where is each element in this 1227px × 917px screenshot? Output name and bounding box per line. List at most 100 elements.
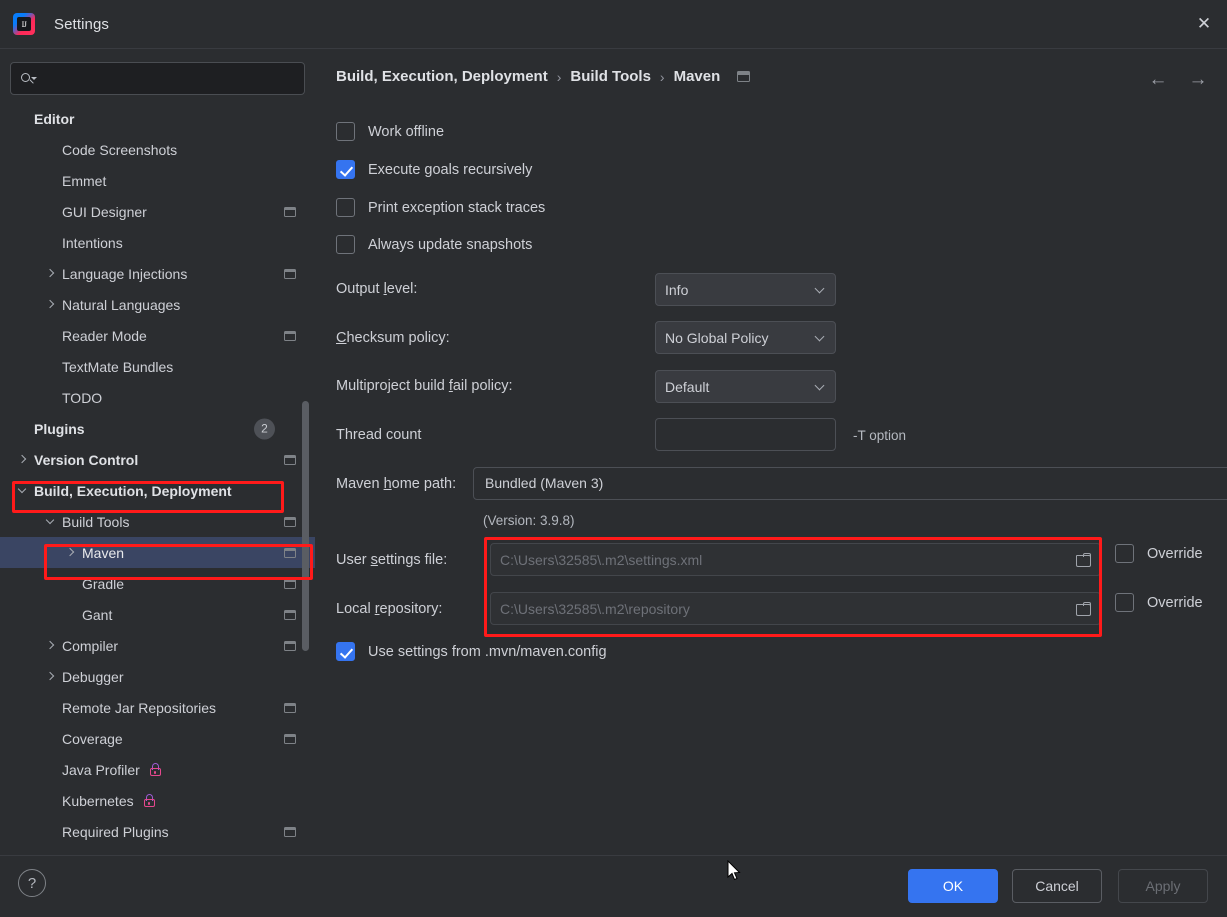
sidebar-item-label: Build, Execution, Deployment — [34, 482, 232, 499]
sidebar-item-label: Gradle — [82, 575, 125, 592]
project-scope-icon — [284, 702, 296, 713]
cancel-button[interactable]: Cancel — [1012, 869, 1102, 903]
checkbox-row-print-exception-stack-traces[interactable]: Print exception stack traces — [336, 198, 545, 217]
user-settings-override-row[interactable]: Override — [1115, 544, 1203, 563]
thread-count-input[interactable] — [665, 426, 846, 443]
sidebar-item-label: Intentions — [62, 234, 123, 251]
sidebar-item-label: Remote Jar Repositories — [62, 699, 217, 716]
sidebar-item-debugger[interactable]: Debugger — [0, 661, 315, 692]
sidebar-item-java-profiler[interactable]: Java Profiler — [0, 754, 315, 785]
sidebar-item-maven[interactable]: Maven — [0, 537, 315, 568]
breadcrumb-item-maven[interactable]: Maven — [674, 68, 721, 85]
user-settings-override-checkbox[interactable] — [1115, 544, 1134, 563]
settings-dialog: IJ Settings ✕ Editor Code Screenshots Emme… — [0, 0, 1227, 917]
help-button[interactable]: ? — [18, 869, 46, 897]
always-update-snapshots-label: Always update snapshots — [368, 236, 533, 253]
sidebar-item-build-tools[interactable]: Build Tools — [0, 506, 315, 537]
always-update-snapshots-checkbox[interactable] — [336, 235, 355, 254]
project-scope-icon — [284, 578, 296, 589]
checksum-policy-dropdown[interactable]: No Global Policy — [655, 321, 836, 354]
checkbox-row-use-mvn-config[interactable]: Use settings from .mvn/maven.config — [336, 642, 607, 661]
sidebar-item-todo[interactable]: TODO — [0, 382, 315, 413]
print-exception-stack-traces-label: Print exception stack traces — [368, 199, 546, 216]
chevron-right-icon[interactable] — [44, 298, 57, 311]
sidebar-item-gradle[interactable]: Gradle — [0, 568, 315, 599]
folder-icon[interactable] — [1075, 601, 1091, 616]
back-arrow-icon[interactable]: ← — [1143, 67, 1173, 93]
sidebar-item-gant[interactable]: Gant — [0, 599, 315, 630]
checkbox-row-execute-goals-recursively[interactable]: Execute goals recursively — [336, 160, 532, 179]
work-offline-checkbox[interactable] — [336, 122, 355, 141]
sidebar-item-required-plugins[interactable]: Required Plugins — [0, 816, 315, 847]
local-repository-override-row[interactable]: Override — [1115, 593, 1203, 612]
sidebar-item-label: Required Plugins — [62, 823, 169, 840]
sidebar-item-emmet[interactable]: Emmet — [0, 165, 315, 196]
logo-text: IJ — [21, 19, 27, 29]
lock-icon — [149, 762, 162, 777]
sidebar-item-intentions[interactable]: Intentions — [0, 227, 315, 258]
output-level-label: Output level: — [336, 281, 418, 297]
sidebar-item-code-screenshots[interactable]: Code Screenshots — [0, 134, 315, 165]
output-level-dropdown[interactable]: Info — [655, 273, 836, 306]
apply-button: Apply — [1118, 869, 1208, 903]
sidebar-item-reader-mode[interactable]: Reader Mode — [0, 320, 315, 351]
checkbox-row-work-offline[interactable]: Work offline — [336, 122, 444, 141]
sidebar-item-editor[interactable]: Editor — [0, 103, 315, 134]
user-settings-file-input[interactable] — [500, 551, 1075, 568]
search-input[interactable] — [37, 71, 296, 86]
print-exception-stack-traces-checkbox[interactable] — [336, 198, 355, 217]
local-repository-input[interactable] — [500, 600, 1075, 617]
sidebar-item-natural-languages[interactable]: Natural Languages — [0, 289, 315, 320]
chevron-right-icon[interactable] — [64, 546, 77, 559]
chevron-right-icon[interactable] — [44, 267, 57, 280]
execute-goals-recursively-checkbox[interactable] — [336, 160, 355, 179]
settings-sidebar: Editor Code Screenshots Emmet GUI Designer I… — [0, 49, 315, 855]
search-box[interactable] — [10, 62, 305, 95]
chevron-down-icon[interactable] — [16, 484, 29, 497]
project-scope-icon — [737, 71, 751, 82]
sidebar-item-version-control[interactable]: Version Control — [0, 444, 315, 475]
local-repository-field[interactable] — [490, 592, 1101, 625]
execute-goals-recursively-label: Execute goals recursively — [368, 161, 533, 178]
sidebar-item-coverage[interactable]: Coverage — [0, 723, 315, 754]
project-scope-icon — [284, 547, 296, 558]
sidebar-item-compiler[interactable]: Compiler — [0, 630, 315, 661]
sidebar-item-textmate-bundles[interactable]: TextMate Bundles — [0, 351, 315, 382]
sidebar-item-label: Plugins — [34, 420, 85, 437]
sidebar-item-remote-jar-repositories[interactable]: Remote Jar Repositories — [0, 692, 315, 723]
breadcrumb-item-build-tools[interactable]: Build Tools — [570, 68, 651, 85]
multiproject-policy-label: Multiproject build fail policy: — [336, 378, 513, 394]
sidebar-item-language-injections[interactable]: Language Injections — [0, 258, 315, 289]
use-mvn-config-checkbox[interactable] — [336, 642, 355, 661]
lock-icon — [143, 793, 156, 808]
chevron-down-icon[interactable] — [44, 515, 57, 528]
folder-icon[interactable] — [1075, 552, 1091, 567]
thread-count-field[interactable] — [655, 418, 846, 451]
checkbox-row-always-update-snapshots[interactable]: Always update snapshots — [336, 235, 532, 254]
thread-count-hint: -T option — [853, 428, 907, 443]
local-repository-override-checkbox[interactable] — [1115, 593, 1134, 612]
sidebar-item-gui-designer[interactable]: GUI Designer — [0, 196, 315, 227]
chevron-right-icon[interactable] — [44, 639, 57, 652]
sidebar-item-kubernetes[interactable]: Kubernetes — [0, 785, 315, 816]
breadcrumb-item-build-execution-deployment[interactable]: Build, Execution, Deployment — [336, 68, 548, 85]
sidebar-item-label: Coverage — [62, 730, 123, 747]
forward-arrow-icon[interactable]: → — [1183, 67, 1213, 93]
ok-button[interactable]: OK — [908, 869, 998, 903]
sidebar-scrollbar[interactable] — [302, 401, 309, 651]
sidebar-item-label: GUI Designer — [62, 203, 147, 220]
sidebar-item-plugins[interactable]: Plugins 2 — [0, 413, 315, 444]
settings-tree: Editor Code Screenshots Emmet GUI Designer I… — [0, 103, 315, 847]
chevron-right-icon[interactable] — [16, 453, 29, 466]
user-settings-file-field[interactable] — [490, 543, 1101, 576]
multiproject-policy-dropdown[interactable]: Default — [655, 370, 836, 403]
sidebar-item-build-execution-deployment[interactable]: Build, Execution, Deployment — [0, 475, 315, 506]
chevron-right-icon[interactable] — [44, 670, 57, 683]
close-icon[interactable]: ✕ — [1181, 0, 1227, 48]
